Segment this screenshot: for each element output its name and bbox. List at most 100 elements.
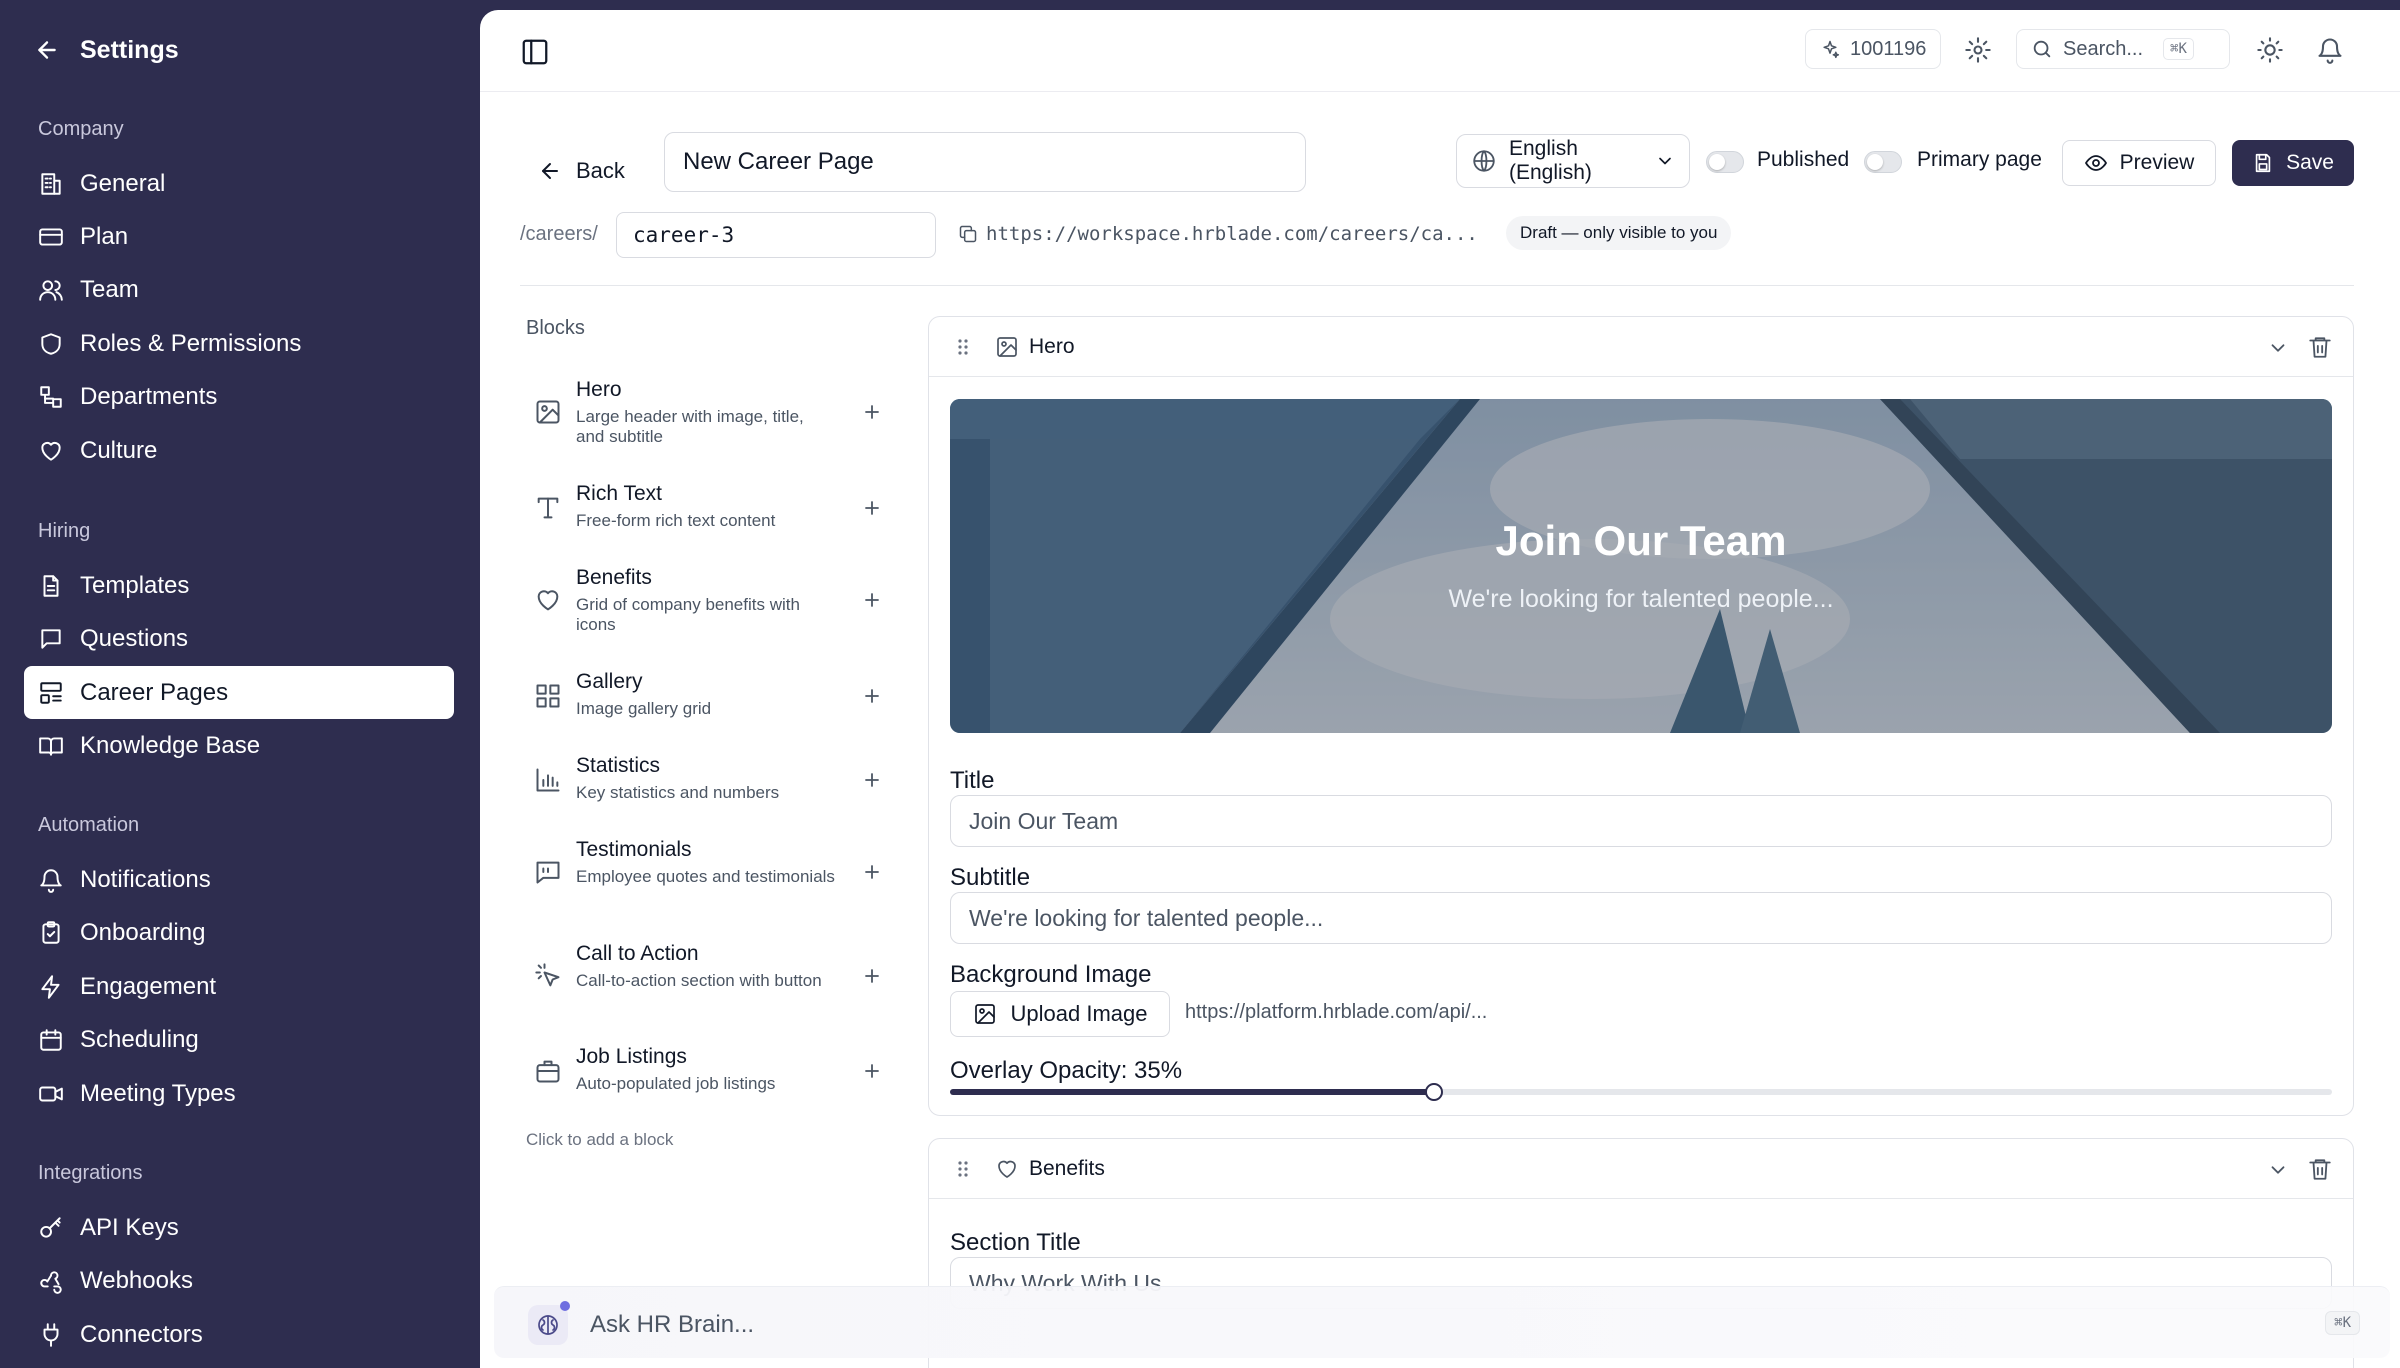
section-company: Company xyxy=(38,118,124,140)
arrow-left-icon[interactable] xyxy=(34,37,60,63)
sidebar-item-label: Meeting Types xyxy=(80,1079,236,1107)
block-item-gallery[interactable]: Gallery Image gallery grid xyxy=(530,670,879,726)
heart-icon xyxy=(534,586,562,614)
page-url: https://workspace.hrblade.com/careers/ca… xyxy=(986,223,1478,245)
org-chart-icon xyxy=(38,384,64,410)
image-icon xyxy=(973,1002,997,1026)
plus-icon[interactable] xyxy=(860,860,884,884)
sidebar-item-notifications[interactable]: Notifications xyxy=(24,853,454,906)
plus-icon[interactable] xyxy=(860,964,884,988)
sidebar-item-engagement[interactable]: Engagement xyxy=(24,960,454,1013)
page-name-input[interactable] xyxy=(664,132,1306,192)
sidebar-item-career-pages[interactable]: Career Pages xyxy=(24,666,454,719)
sidebar-item-onboarding[interactable]: Onboarding xyxy=(24,906,454,959)
sidebar-item-scheduling[interactable]: Scheduling xyxy=(24,1013,454,1066)
upload-image-button[interactable]: Upload Image xyxy=(950,991,1170,1037)
sidebar-item-api-keys[interactable]: API Keys xyxy=(24,1201,454,1254)
block-item-rich-text[interactable]: Rich Text Free-form rich text content xyxy=(530,482,879,538)
hero-title-input[interactable] xyxy=(950,795,2332,847)
divider xyxy=(520,285,2354,286)
published-toggle[interactable] xyxy=(1706,151,1744,173)
sidebar-item-webhooks[interactable]: Webhooks xyxy=(24,1254,454,1307)
sidebar-item-label: Onboarding xyxy=(80,918,206,946)
block-name: Job Listings xyxy=(576,1045,687,1068)
block-desc: Large header with image, title, and subt… xyxy=(576,407,804,446)
sidebar-item-label: API Keys xyxy=(80,1213,179,1241)
sidebar-item-templates[interactable]: Templates xyxy=(24,559,454,612)
block-item-hero[interactable]: Hero Large header with image, title, and… xyxy=(530,378,879,450)
block-item-job-listings[interactable]: Job Listings Auto-populated job listings xyxy=(530,1045,879,1101)
language-select[interactable]: English (English) xyxy=(1456,134,1690,188)
hero-subtitle-input[interactable] xyxy=(950,892,2332,944)
copy-url-link[interactable]: https://workspace.hrblade.com/careers/ca… xyxy=(958,223,1478,245)
trash-icon[interactable] xyxy=(2307,1156,2333,1182)
heart-icon xyxy=(38,438,64,464)
sidebar-item-general[interactable]: General xyxy=(24,157,454,210)
block-item-call-to-action[interactable]: Call to Action Call-to-action section wi… xyxy=(530,942,879,1014)
brain-icon xyxy=(528,1305,568,1345)
key-icon xyxy=(38,1215,64,1241)
slider-thumb[interactable] xyxy=(1424,1083,1443,1101)
sidebar-item-culture[interactable]: Culture xyxy=(24,424,454,477)
credits-badge[interactable]: 1001196 xyxy=(1805,29,1942,69)
sidebar-item-meeting-types[interactable]: Meeting Types xyxy=(24,1067,454,1120)
grid-icon xyxy=(534,682,562,710)
sidebar-item-plan[interactable]: Plan xyxy=(24,210,454,263)
hero-block-card: Hero Join Our Team We're looking for tal… xyxy=(928,316,2354,1116)
plus-icon[interactable] xyxy=(860,768,884,792)
chevron-down-icon[interactable] xyxy=(2267,337,2289,359)
overlay-opacity-label: Overlay Opacity: 35% xyxy=(950,1057,1183,1084)
block-item-statistics[interactable]: Statistics Key statistics and numbers xyxy=(530,754,879,810)
video-icon xyxy=(38,1081,64,1107)
slug-input[interactable] xyxy=(616,212,936,258)
sidebar-toggle-icon[interactable] xyxy=(520,37,550,67)
overlay-opacity-slider[interactable] xyxy=(950,1083,2332,1101)
sun-icon[interactable] xyxy=(2256,36,2284,64)
gear-icon[interactable] xyxy=(1964,36,1992,64)
benefits-card-header[interactable]: Benefits xyxy=(929,1139,2353,1199)
block-item-testimonials[interactable]: Testimonials Employee quotes and testimo… xyxy=(530,838,879,910)
block-item-benefits[interactable]: Benefits Grid of company benefits with i… xyxy=(530,566,879,638)
plus-icon[interactable] xyxy=(860,588,884,612)
image-icon xyxy=(995,335,1019,359)
sidebar-item-connectors[interactable]: Connectors xyxy=(24,1308,454,1361)
users-icon xyxy=(38,277,64,303)
chevron-down-icon[interactable] xyxy=(2267,1159,2289,1181)
drag-handle-icon[interactable] xyxy=(951,335,975,359)
sidebar-item-label: Scheduling xyxy=(80,1025,199,1053)
sidebar-item-departments[interactable]: Departments xyxy=(24,370,454,423)
shield-icon xyxy=(38,331,64,357)
bell-icon[interactable] xyxy=(2316,36,2344,64)
card-title: Benefits xyxy=(1029,1157,1105,1180)
language-value: English (English) xyxy=(1509,137,1592,184)
block-name: Benefits xyxy=(576,566,652,589)
hero-card-header[interactable]: Hero xyxy=(929,317,2353,377)
preview-button[interactable]: Preview xyxy=(2062,140,2216,186)
sidebar-item-roles[interactable]: Roles & Permissions xyxy=(24,317,454,370)
back-button[interactable]: Back xyxy=(538,148,625,194)
plus-icon[interactable] xyxy=(860,496,884,520)
sidebar-item-knowledge-base[interactable]: Knowledge Base xyxy=(24,719,454,772)
sidebar-item-label: Departments xyxy=(80,382,218,410)
globe-icon xyxy=(1471,148,1497,174)
block-name: Hero xyxy=(576,378,622,401)
trash-icon[interactable] xyxy=(2307,334,2333,360)
plus-icon[interactable] xyxy=(860,1059,884,1083)
ask-placeholder: Ask HR Brain... xyxy=(590,1311,755,1338)
image-icon xyxy=(534,398,562,426)
plus-icon[interactable] xyxy=(860,400,884,424)
settings-sidebar: Settings Company General Plan Team Roles… xyxy=(0,0,480,1368)
primary-page-toggle[interactable] xyxy=(1864,151,1902,173)
save-button[interactable]: Save xyxy=(2232,140,2354,186)
chevron-down-icon xyxy=(1655,151,1675,171)
search-box[interactable]: Search... ⌘K xyxy=(2016,29,2230,69)
sidebar-item-label: Team xyxy=(80,275,139,303)
sidebar-header[interactable]: Settings xyxy=(34,30,179,70)
back-label: Back xyxy=(576,158,625,183)
ask-hr-brain-bar[interactable]: Ask HR Brain... ⌘K xyxy=(494,1286,2390,1358)
plus-icon[interactable] xyxy=(860,684,884,708)
drag-handle-icon[interactable] xyxy=(951,1157,975,1181)
sidebar-item-label: Templates xyxy=(80,571,190,599)
sidebar-item-questions[interactable]: Questions xyxy=(24,612,454,665)
sidebar-item-team[interactable]: Team xyxy=(24,263,454,316)
